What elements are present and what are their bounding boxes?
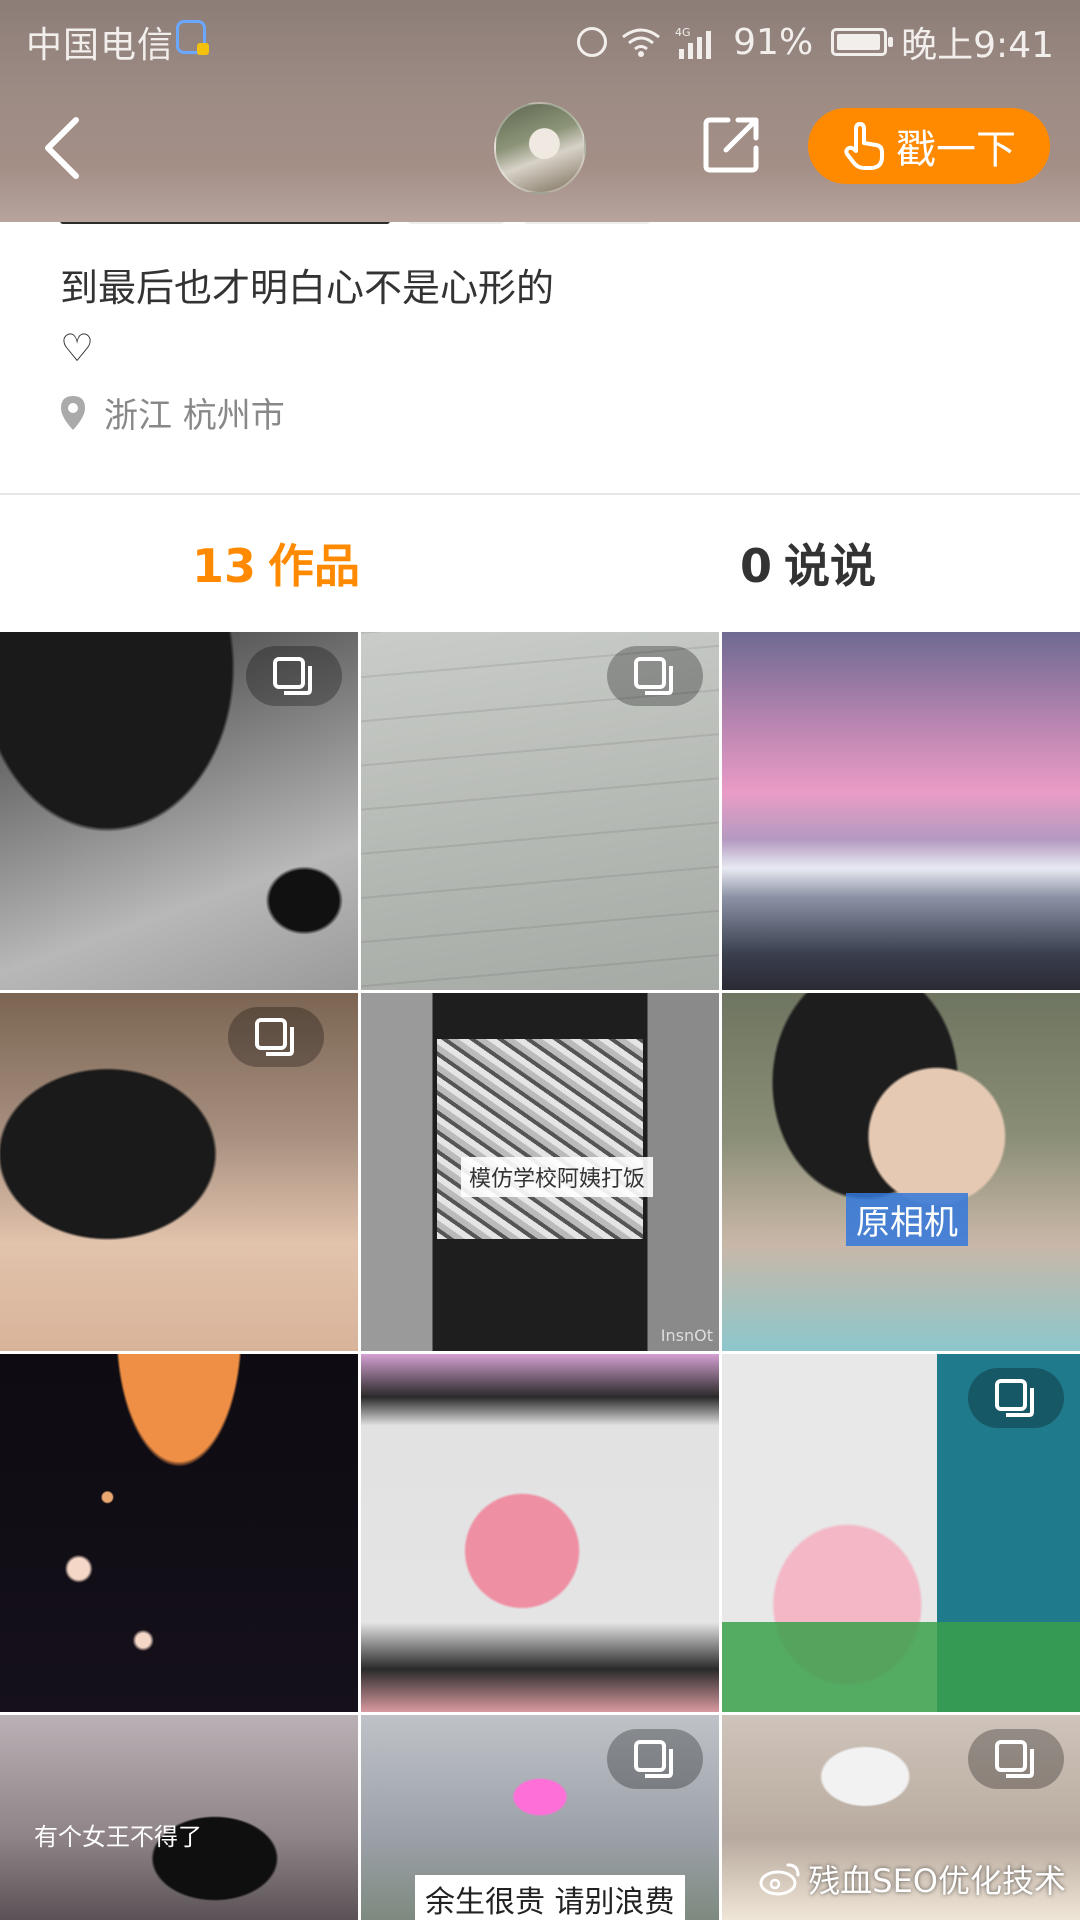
weibo-icon	[759, 1863, 800, 1896]
photo-item[interactable]	[0, 632, 358, 990]
photo-item[interactable]	[0, 993, 358, 1351]
battery-percent: 91%	[733, 21, 814, 63]
poke-label: 戳一下	[896, 127, 1016, 173]
hd-call-icon	[176, 20, 209, 55]
multi-image-icon	[968, 1368, 1064, 1428]
multi-image-icon	[246, 646, 342, 706]
overlay-text: 模仿学校阿姨打饭	[461, 1157, 654, 1197]
photo-grid: 模仿学校阿姨打饭 InsnOt 原相机 有个女王不得了 余生很贵 请别浪费	[0, 632, 1080, 1920]
photo-item[interactable]: 模仿学校阿姨打饭 InsnOt	[361, 993, 719, 1351]
photo-item[interactable]: 有个女王不得了	[0, 1715, 358, 1920]
back-icon[interactable]	[36, 112, 96, 184]
multi-image-icon	[228, 1007, 324, 1067]
location-row: 浙江 杭州市	[60, 388, 285, 437]
alarm-icon	[577, 27, 608, 57]
share-icon[interactable]	[702, 114, 762, 174]
profile-page: { "status_bar": { "carrier": "中国电信", "ba…	[0, 0, 1080, 1920]
location-text: 浙江 杭州市	[104, 396, 285, 436]
photo-item[interactable]	[722, 632, 1080, 990]
photo-item[interactable]	[0, 1354, 358, 1712]
clock: 晚上9:41	[901, 25, 1054, 66]
tab-works[interactable]: 13 作品	[192, 530, 360, 596]
overlay-text: 原相机	[846, 1193, 968, 1246]
photo-item[interactable]: 余生很贵 请别浪费	[361, 1715, 719, 1920]
status-bar: 中国电信 4G 91% 晚上9:41	[0, 0, 1080, 76]
talks-count: 0	[740, 539, 773, 593]
signal-icon: 4G	[675, 26, 712, 59]
photo-item[interactable]	[722, 1354, 1080, 1712]
status-right: 4G 91% 晚上9:41	[577, 16, 1054, 68]
nav-bar: 戳一下	[0, 84, 1080, 214]
overlay-text: 余生很贵 请别浪费	[415, 1875, 685, 1920]
multi-image-icon	[607, 1729, 703, 1789]
watermark-text: 残血SEO优化技术	[808, 1862, 1066, 1900]
tab-talks[interactable]: 0 说说	[740, 530, 876, 596]
photo-item[interactable]	[361, 632, 719, 990]
multi-image-icon	[607, 646, 703, 706]
works-label: 作品	[268, 539, 361, 593]
poke-button[interactable]: 戳一下	[808, 108, 1050, 184]
photo-item[interactable]: 原相机	[722, 993, 1080, 1351]
wifi-icon	[622, 28, 661, 57]
overlay-text: InsnOt	[660, 1326, 713, 1345]
bio-text: 到最后也才明白心不是心形的 ♡	[60, 266, 555, 370]
battery-icon	[831, 28, 894, 56]
photo-item[interactable]	[361, 1354, 719, 1712]
top-header: 中国电信 4G 91% 晚上9:41 戳一下	[0, 0, 1080, 222]
carrier-name: 中国电信	[26, 25, 175, 66]
location-pin-icon	[61, 395, 85, 430]
watermark: 残血SEO优化技术	[758, 1856, 1066, 1902]
avatar[interactable]	[494, 102, 586, 194]
hand-tap-icon	[844, 122, 884, 170]
divider	[0, 493, 1080, 495]
works-count: 13	[192, 539, 257, 593]
multi-image-icon	[968, 1729, 1064, 1789]
network-type: 4G	[675, 26, 691, 39]
overlay-text: 有个女王不得了	[34, 1823, 202, 1851]
talks-label: 说说	[784, 539, 877, 593]
